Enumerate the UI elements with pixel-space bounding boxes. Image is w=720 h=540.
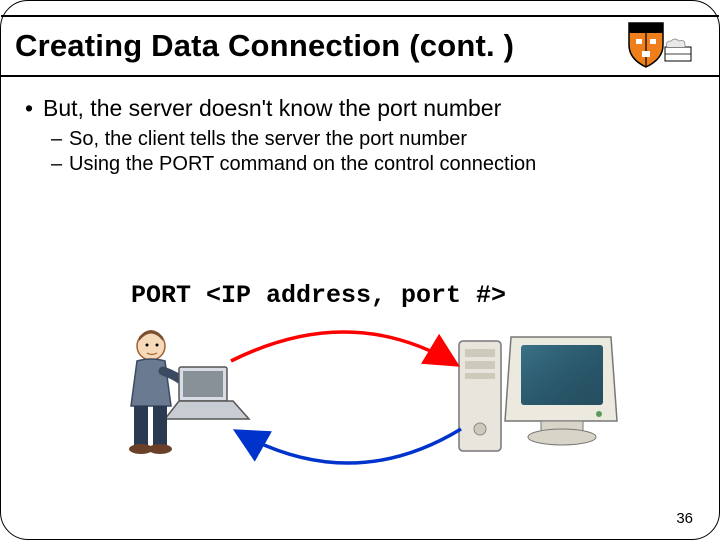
content-area: But, the server doesn't know the port nu… (25, 95, 695, 178)
port-command-text: PORT <IP address, port #> (131, 281, 506, 310)
slide-title: Creating Data Connection (cont. ) (15, 28, 514, 64)
bullet-sub-1: So, the client tells the server the port… (25, 128, 695, 151)
person-at-laptop-icon (129, 330, 249, 454)
diagram-area (101, 311, 621, 481)
arrow-client-to-server (231, 332, 457, 365)
desktop-tower-monitor-icon (459, 337, 617, 451)
bullet-main: But, the server doesn't know the port nu… (25, 95, 695, 122)
slide-frame: Creating Data Connection (cont. ) But, t… (0, 0, 720, 540)
bullet-sub-2: Using the PORT command on the control co… (25, 153, 695, 176)
page-number: 36 (676, 510, 693, 527)
arrow-server-to-client (236, 429, 461, 463)
princeton-shield-icon (609, 19, 695, 71)
